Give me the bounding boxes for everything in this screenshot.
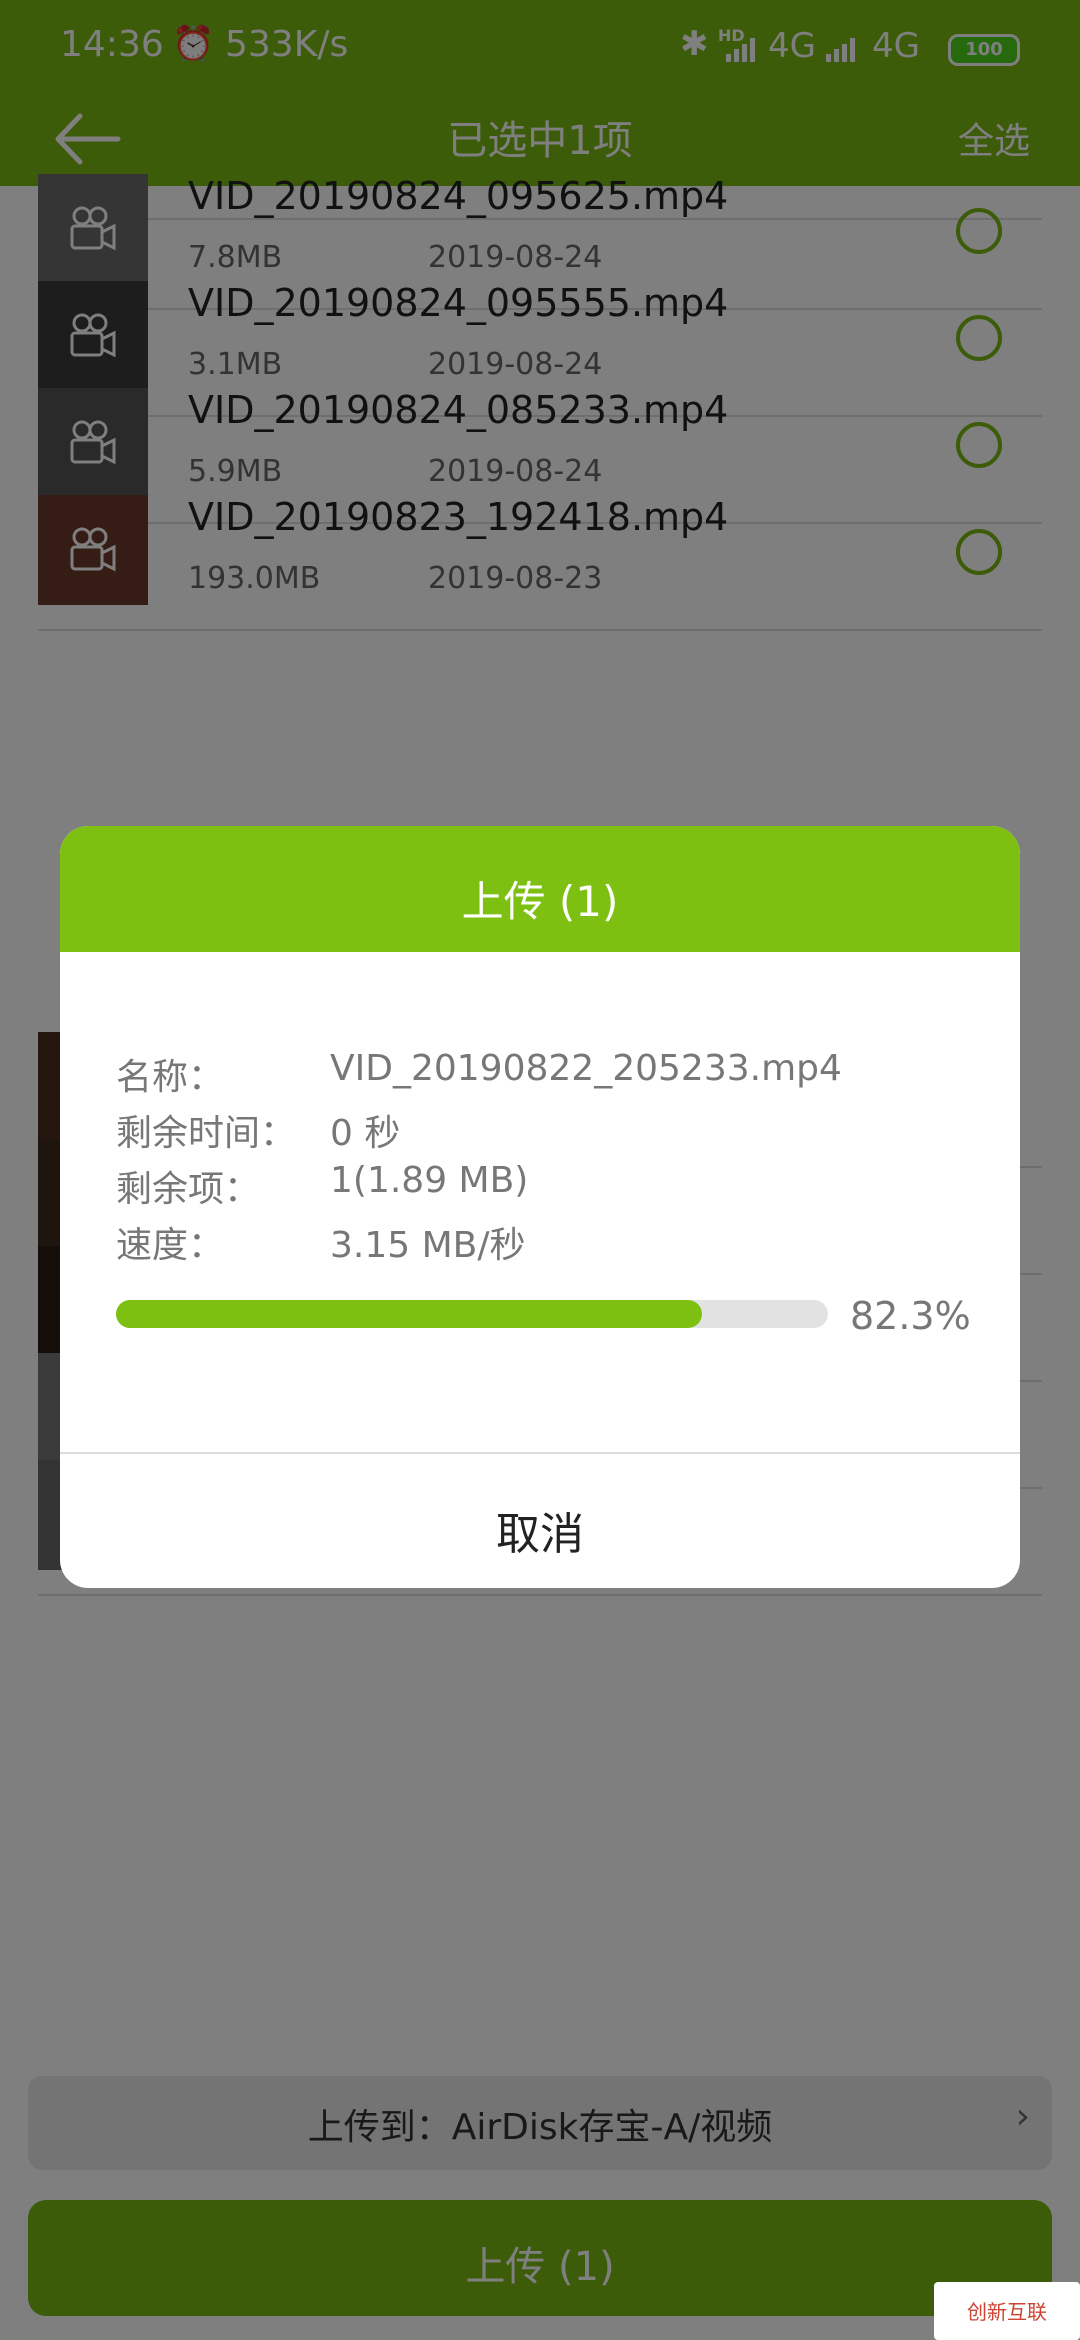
watermark-logo: 创新互联 [934,2282,1080,2340]
watermark-text: 创新互联 [967,2300,1047,2324]
name-label: 名称： [116,1057,225,1098]
time-value: 0 秒 [330,1113,401,1154]
progress-percent: 82.3% [850,1294,971,1338]
dialog-header: 上传 (1) [60,826,1020,952]
items-label: 剩余项： [116,1169,261,1210]
items-value: 1(1.89 MB) [330,1160,529,1201]
name-value: VID_20190822_205233.mp4 [330,1048,842,1089]
dialog-title: 上传 (1) [461,877,619,926]
speed-value: 3.15 MB/秒 [330,1225,526,1266]
time-label: 剩余时间： [116,1113,297,1154]
cancel-button[interactable]: 取消 [60,1454,1020,1588]
upload-dialog: 上传 (1) 名称： VID_20190822_205233.mp4 剩余时间：… [60,826,1020,1588]
cancel-label: 取消 [496,1509,584,1560]
speed-label: 速度： [116,1225,225,1266]
progress-fill [116,1300,702,1328]
upload-progress-bar [116,1300,828,1328]
